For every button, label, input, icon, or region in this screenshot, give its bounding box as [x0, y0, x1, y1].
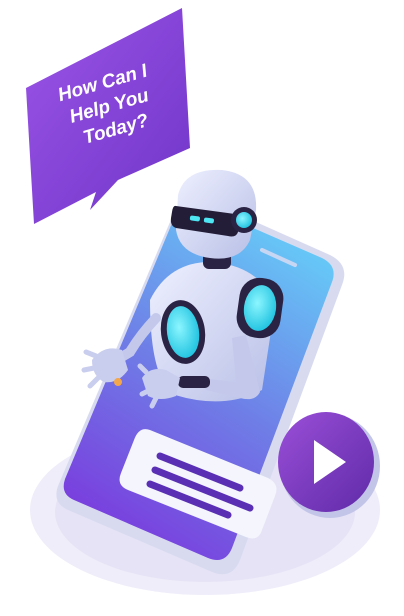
illustration-stage: How Can I Help You Today? [0, 0, 404, 611]
robot [81, 169, 284, 409]
